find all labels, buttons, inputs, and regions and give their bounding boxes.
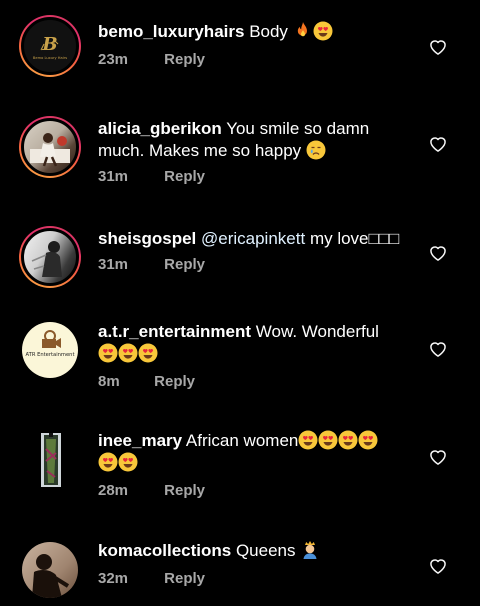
comment-text: Body [249,22,288,41]
comment-text: African women [185,431,299,450]
reply-button[interactable]: Reply [154,373,195,390]
brand-logo: B Bemo Luxury Hairs [33,34,67,60]
comment-text: You smile so damn [226,119,370,138]
heart-eyes-emoji [298,430,318,450]
fire-emoji [293,21,313,41]
timestamp: 32m [98,570,129,587]
heart-eyes-emoji [98,452,118,472]
mention-link[interactable]: @ericapinkett [201,229,305,248]
profile-photo [32,554,70,598]
queen-emoji [300,540,320,560]
like-heart-icon[interactable] [428,134,448,154]
profile-photo [41,433,61,487]
timestamp: 8m [98,373,120,390]
like-heart-icon[interactable] [428,37,448,57]
avatar[interactable] [22,542,78,598]
svg-text:ATR Entertainment: ATR Entertainment [26,352,75,358]
avatar[interactable] [19,226,81,288]
comment-text: much. Makes me so happy [98,141,302,160]
like-heart-icon[interactable] [428,556,448,576]
like-heart-icon[interactable] [428,243,448,263]
timestamp: 23m [98,51,129,68]
heart-eyes-emoji [358,430,378,450]
heart-eyes-emoji [313,21,333,41]
heart-eyes-emoji [338,430,358,450]
unsupported-glyphs: □□□ [368,229,400,248]
timestamp: 31m [98,168,129,185]
avatar[interactable]: ATR Entertainment [22,322,78,378]
heart-eyes-emoji [98,343,118,363]
profile-photo [30,133,70,167]
username[interactable]: inee_mary [98,431,182,450]
username[interactable]: bemo_luxuryhairs [98,22,244,41]
reply-button[interactable]: Reply [164,168,205,185]
comment-text: my love [309,229,369,248]
comment-text: Wow. Wonderful [255,322,379,341]
heart-eyes-emoji [318,430,338,450]
comment-text: Queens [235,541,296,560]
username[interactable]: sheisgospel [98,229,196,248]
reply-button[interactable]: Reply [164,570,205,587]
heart-eyes-emoji [138,343,158,363]
timestamp: 31m [98,256,129,273]
reply-button[interactable]: Reply [164,51,205,68]
brand-logo: ATR Entertainment [26,330,75,358]
like-heart-icon[interactable] [428,339,448,359]
username[interactable]: alicia_gberikon [98,119,222,138]
username[interactable]: komacollections [98,541,231,560]
timestamp: 28m [98,482,129,499]
reply-button[interactable]: Reply [164,482,205,499]
heart-eyes-emoji [118,343,138,363]
heart-eyes-emoji [118,452,138,472]
avatar[interactable] [19,116,81,178]
like-heart-icon[interactable] [428,447,448,467]
avatar[interactable] [22,431,78,487]
reply-button[interactable]: Reply [164,256,205,273]
svg-text:Bemo Luxury Hairs: Bemo Luxury Hairs [33,56,67,60]
username[interactable]: a.t.r_entertainment [98,322,251,341]
profile-photo [31,241,62,277]
avatar[interactable]: B Bemo Luxury Hairs [19,15,81,77]
crying-face-emoji [306,140,326,160]
